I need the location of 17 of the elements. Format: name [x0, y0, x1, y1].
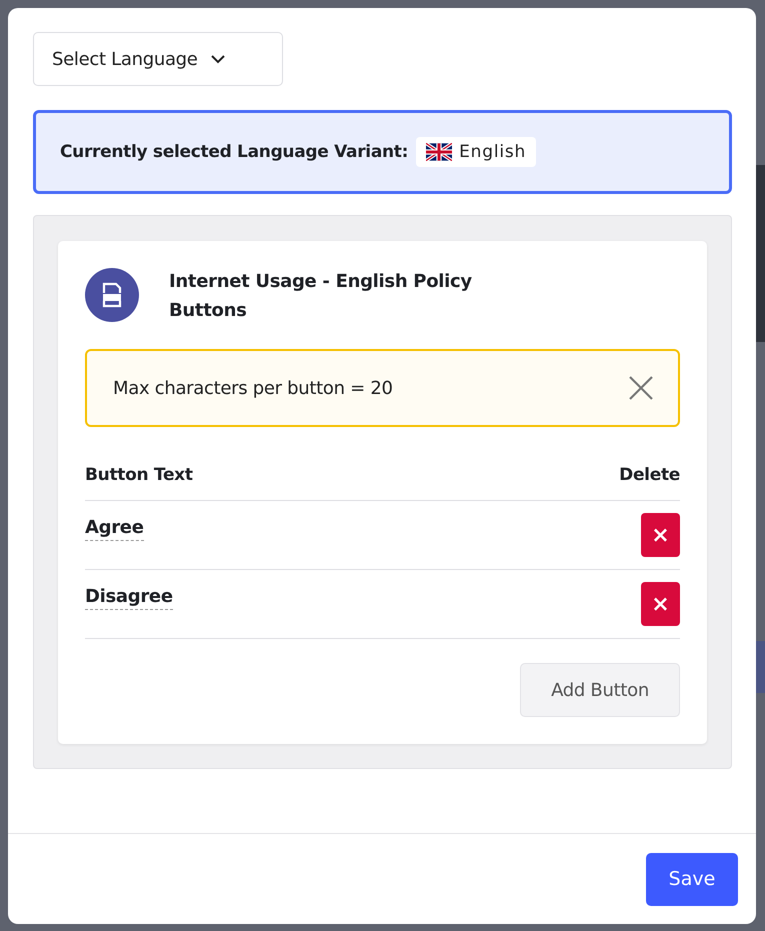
alert-text: Max characters per button = 20: [113, 378, 393, 398]
policy-title: Internet Usage - English Policy: [169, 270, 472, 294]
column-header: Button Text: [85, 465, 193, 485]
flag-icon: [426, 143, 452, 161]
editable-button-text[interactable]: Agree: [85, 517, 144, 541]
section-subtitle: Buttons: [169, 299, 248, 323]
language-dropdown[interactable]: Select Language: [33, 32, 283, 86]
variant-label: Currently selected Language Variant:: [60, 142, 408, 162]
editable-button-text[interactable]: Disagree: [85, 586, 173, 610]
language-name: English: [459, 142, 526, 162]
delete-button[interactable]: ×: [641, 513, 680, 557]
save-button[interactable]: Save: [646, 852, 738, 906]
chevron-down-icon: [210, 54, 226, 64]
add-button[interactable]: Add Button: [520, 663, 680, 717]
close-icon[interactable]: [628, 375, 654, 401]
delete-button[interactable]: ×: [641, 582, 680, 626]
column-header: Delete: [619, 465, 680, 485]
